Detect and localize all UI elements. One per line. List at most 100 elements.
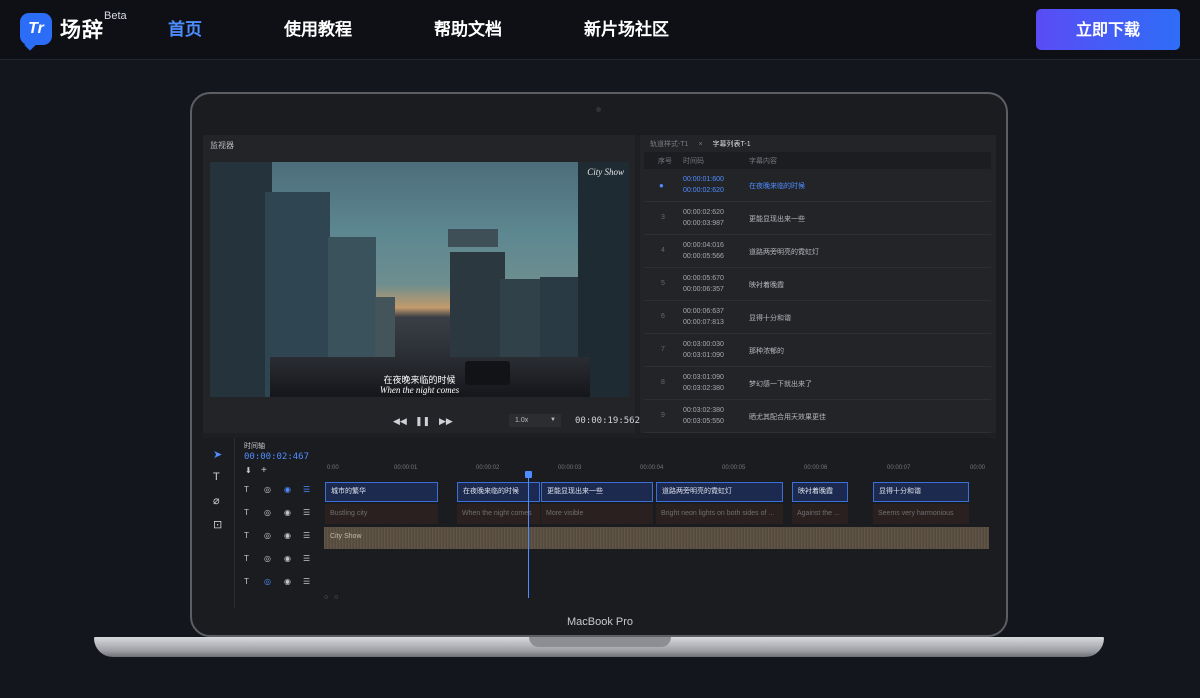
timeline-panel: ➤ T ⌀ ⊡ 时间轴 00:00:02:467 ⬇ + 0:00 00:00:0… bbox=[203, 438, 996, 608]
ruler-tick-label: 0:00 bbox=[327, 465, 339, 471]
track-text-icon[interactable]: T bbox=[244, 531, 249, 540]
subtitle-row[interactable]: 8 00:03:01:090 00:03:02:380 梦幻感一下就出来了 bbox=[644, 367, 991, 400]
marker-icon[interactable]: ⬇ bbox=[245, 466, 252, 475]
subtitle-clip-en[interactable]: Seems very harmonious bbox=[873, 504, 969, 524]
tab-close-icon[interactable]: × bbox=[698, 141, 702, 148]
subtitle-row[interactable]: 9 00:03:02:380 00:03:05:550 晒尤其配合用天效果更佳 bbox=[644, 400, 991, 433]
time-ruler[interactable]: 0:00 00:00:01 00:00:02 00:00:03 00:00:04 00:0… bbox=[324, 463, 996, 477]
track-style-icon[interactable]: ◉ bbox=[284, 531, 291, 540]
subtitle-clip[interactable]: 显得十分和谐 bbox=[873, 482, 969, 502]
subtitle-clip[interactable]: 城市的繁华 bbox=[325, 482, 438, 502]
tab-track-style[interactable]: 轨道样式-T1 bbox=[650, 141, 689, 148]
track-visibility-icon[interactable]: ◎ bbox=[264, 554, 271, 563]
row-start-time: 00:03:01:090 bbox=[683, 374, 724, 381]
subtitle-row[interactable]: 6 00:00:06:637 00:00:07:813 显得十分和谐 bbox=[644, 301, 991, 334]
track-text-icon[interactable]: T bbox=[244, 485, 249, 494]
billboard bbox=[448, 229, 498, 247]
nav-link-tutorial[interactable]: 使用教程 bbox=[284, 0, 352, 60]
track-list-icon[interactable]: ☰ bbox=[303, 554, 310, 563]
ruler-tick-label: 00:00:05 bbox=[722, 465, 746, 471]
track-list-icon[interactable]: ☰ bbox=[303, 577, 310, 586]
ruler-tick-label: 00:00:07 bbox=[887, 465, 911, 471]
track-visibility-icon[interactable]: ◎ bbox=[264, 508, 271, 517]
subtitle-clip[interactable]: 更能显现出来一些 bbox=[541, 482, 653, 502]
ruler-tick-label: 00:00:06 bbox=[804, 465, 828, 471]
row-end-time: 00:00:06:357 bbox=[683, 286, 724, 293]
track-controls: T ◎ ◉ ☰ bbox=[236, 504, 324, 526]
transport-bar: ◀◀ ❚❚ ▶▶ 1.0x ▼ 00:00:19:562 bbox=[203, 411, 640, 433]
row-index: 4 bbox=[661, 247, 665, 254]
row-text: 在夜晚来临的时候 bbox=[749, 183, 805, 190]
track-controls: T ◎ ◉ ☰ bbox=[236, 573, 324, 595]
speed-select[interactable]: 1.0x ▼ bbox=[509, 414, 561, 427]
ruler-tick-label: 00:00:02 bbox=[476, 465, 500, 471]
eraser-icon[interactable]: ⌀ bbox=[213, 494, 220, 507]
pause-icon[interactable]: ❚❚ bbox=[415, 416, 430, 427]
track-list-icon[interactable]: ☰ bbox=[303, 531, 310, 540]
audio-waveform[interactable] bbox=[324, 527, 989, 549]
camera-dot bbox=[596, 107, 601, 112]
row-start-time: 00:03:02:380 bbox=[683, 407, 724, 414]
track-visibility-icon[interactable]: ◎ bbox=[264, 485, 271, 494]
subtitle-row[interactable]: 5 00:00:05:670 00:00:06:357 映衬着晚霞 bbox=[644, 268, 991, 301]
row-text: 映衬着晚霞 bbox=[749, 282, 784, 289]
subtitle-clip-en[interactable]: More visible bbox=[541, 504, 653, 524]
row-index: 9 bbox=[661, 412, 665, 419]
subtitle-clip-en[interactable]: Bustling city bbox=[325, 504, 438, 524]
logo-icon: Tr bbox=[20, 13, 52, 45]
logo[interactable]: Tr 场辞 Beta bbox=[20, 10, 127, 45]
add-track-icon[interactable]: + bbox=[261, 465, 267, 476]
subtitle-clip-en[interactable]: Against the ... bbox=[792, 504, 848, 524]
track-text-icon[interactable]: T bbox=[244, 577, 249, 586]
playhead[interactable] bbox=[528, 472, 529, 598]
timeline-title: 时间轴 bbox=[244, 443, 265, 450]
nav-links: 首页 使用教程 帮助文档 新片场社区 bbox=[168, 0, 751, 60]
subtitle-clip-en[interactable]: Bright neon lights on both sides of ... bbox=[656, 504, 783, 524]
subtitle-row[interactable]: 3 00:00:02:620 00:00:03:987 更能显现出来一些 bbox=[644, 202, 991, 235]
audio-track-label: City Show bbox=[330, 533, 362, 540]
logo-name: 场辞 bbox=[60, 18, 104, 42]
playhead-handle[interactable] bbox=[525, 471, 532, 478]
subtitle-row[interactable]: ● 00:00:01:600 00:00:02:620 在夜晚来临的时候 bbox=[644, 169, 991, 202]
row-end-time: 00:00:03:987 bbox=[683, 220, 724, 227]
nav-link-home[interactable]: 首页 bbox=[168, 0, 202, 60]
video-preview[interactable]: City Show 在夜晚来临的时候 When the night comes bbox=[210, 162, 629, 397]
app-screen: 监视器 City Show 在夜晚来临的时候 When the night co… bbox=[203, 135, 996, 608]
tab-subtitle-list[interactable]: 字幕列表T-1 bbox=[713, 141, 751, 148]
track-style-icon[interactable]: ◉ bbox=[284, 508, 291, 517]
row-index: 5 bbox=[661, 280, 665, 287]
row-start-time: 00:00:04:016 bbox=[683, 242, 724, 249]
track-visibility-icon[interactable]: ◎ bbox=[264, 577, 271, 586]
top-nav: Tr 场辞 Beta 首页 使用教程 帮助文档 新片场社区 立即下载 bbox=[0, 0, 1200, 60]
text-icon[interactable]: T bbox=[213, 471, 220, 483]
track-style-icon[interactable]: ◉ bbox=[284, 554, 291, 563]
track-visibility-icon[interactable]: ◎ bbox=[264, 531, 271, 540]
subtitle-clip[interactable]: 映衬着晚霞 bbox=[792, 482, 848, 502]
track-style-icon[interactable]: ◉ bbox=[284, 577, 291, 586]
list-header: 序号 时间码 字幕内容 bbox=[644, 152, 991, 169]
laptop-notch bbox=[529, 637, 671, 647]
row-end-time: 00:00:02:620 bbox=[683, 187, 724, 194]
track-list-icon[interactable]: ☰ bbox=[303, 485, 310, 494]
row-text: 显得十分和谐 bbox=[749, 315, 791, 322]
track-list-icon[interactable]: ☰ bbox=[303, 508, 310, 517]
chevron-down-icon: ▼ bbox=[550, 417, 556, 423]
next-frame-icon[interactable]: ▶▶ bbox=[439, 416, 453, 427]
row-index: 7 bbox=[661, 346, 665, 353]
track-text-icon[interactable]: T bbox=[244, 508, 249, 517]
track-controls: T ◎ ◉ ☰ bbox=[236, 481, 324, 503]
subtitle-row[interactable]: 7 00:03:00:030 00:03:01:090 那种浓郁的 bbox=[644, 334, 991, 367]
nav-link-community[interactable]: 新片场社区 bbox=[584, 0, 669, 60]
download-button[interactable]: 立即下载 bbox=[1036, 9, 1180, 50]
subtitle-row[interactable]: 4 00:00:04:016 00:00:05:566 道路两旁明亮的霓虹灯 bbox=[644, 235, 991, 268]
text-box-icon[interactable]: ⊡ bbox=[213, 518, 222, 531]
track-text-icon[interactable]: T bbox=[244, 554, 249, 563]
header-content: 字幕内容 bbox=[749, 158, 777, 165]
nav-link-docs[interactable]: 帮助文档 bbox=[434, 0, 502, 60]
timeline-scroll-controls[interactable]: ○ ○ bbox=[324, 594, 338, 601]
track-style-icon[interactable]: ◉ bbox=[284, 485, 291, 494]
subtitle-clip[interactable]: 道路两旁明亮的霓虹灯 bbox=[656, 482, 783, 502]
prev-frame-icon[interactable]: ◀◀ bbox=[393, 416, 407, 427]
cursor-icon[interactable]: ➤ bbox=[213, 448, 222, 461]
video-watermark: City Show bbox=[587, 167, 624, 177]
